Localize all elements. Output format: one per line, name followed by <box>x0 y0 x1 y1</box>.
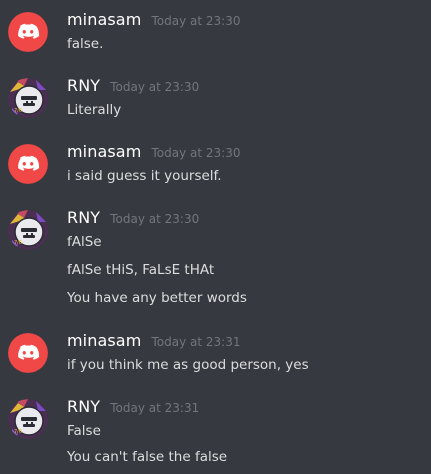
rny-avatar-icon[interactable] <box>8 210 48 250</box>
message-text: Literally <box>67 102 122 118</box>
username[interactable]: RNY <box>67 76 100 95</box>
message-text: false. <box>67 36 104 52</box>
message-header: minasam Today at 23:30 <box>67 141 240 163</box>
username[interactable]: RNY <box>67 397 100 416</box>
username[interactable]: minasam <box>67 10 141 29</box>
message-header: minasam Today at 23:30 <box>67 9 240 31</box>
message-header: RNY Today at 23:31 <box>67 396 199 418</box>
username[interactable]: RNY <box>67 208 100 227</box>
username[interactable]: minasam <box>67 331 141 350</box>
rny-avatar-icon[interactable] <box>8 78 48 118</box>
chat-messages: minasam Today at 23:30 false. RNY Today … <box>0 0 431 474</box>
discord-default-avatar-icon[interactable] <box>8 333 48 373</box>
message-group: RNY Today at 23:31 False You can't false… <box>0 396 431 470</box>
timestamp[interactable]: Today at 23:30 <box>110 80 199 94</box>
timestamp[interactable]: Today at 23:31 <box>152 335 241 349</box>
message-header: minasam Today at 23:31 <box>67 330 240 352</box>
message-text: if you think me as good person, yes <box>67 357 309 373</box>
message-header: RNY Today at 23:30 <box>67 207 199 229</box>
timestamp[interactable]: Today at 23:30 <box>152 146 241 160</box>
username[interactable]: minasam <box>67 142 141 161</box>
message-header: RNY Today at 23:30 <box>67 75 199 97</box>
timestamp[interactable]: Today at 23:31 <box>110 401 199 415</box>
rny-avatar-icon[interactable] <box>8 399 48 439</box>
message-text: fAlSe <box>67 234 102 250</box>
message-text: You have any better words <box>67 290 247 306</box>
message-text: i said guess it yourself. <box>67 168 222 184</box>
discord-default-avatar-icon[interactable] <box>8 144 48 184</box>
message-text: You can't false the false <box>67 449 228 465</box>
timestamp[interactable]: Today at 23:30 <box>110 212 199 226</box>
message-text: fAlSe tHiS, FaLsE tHAt <box>67 262 215 278</box>
message-group: RNY Today at 23:30 Literally <box>0 75 431 125</box>
message-group: minasam Today at 23:30 false. <box>0 9 431 59</box>
timestamp[interactable]: Today at 23:30 <box>152 14 241 28</box>
message-group: RNY Today at 23:30 fAlSe fAlSe tHiS, FaL… <box>0 207 431 307</box>
message-group: minasam Today at 23:31 if you think me a… <box>0 330 431 380</box>
discord-default-avatar-icon[interactable] <box>8 12 48 52</box>
message-group: minasam Today at 23:30 i said guess it y… <box>0 141 431 191</box>
message-text: False <box>67 423 101 439</box>
